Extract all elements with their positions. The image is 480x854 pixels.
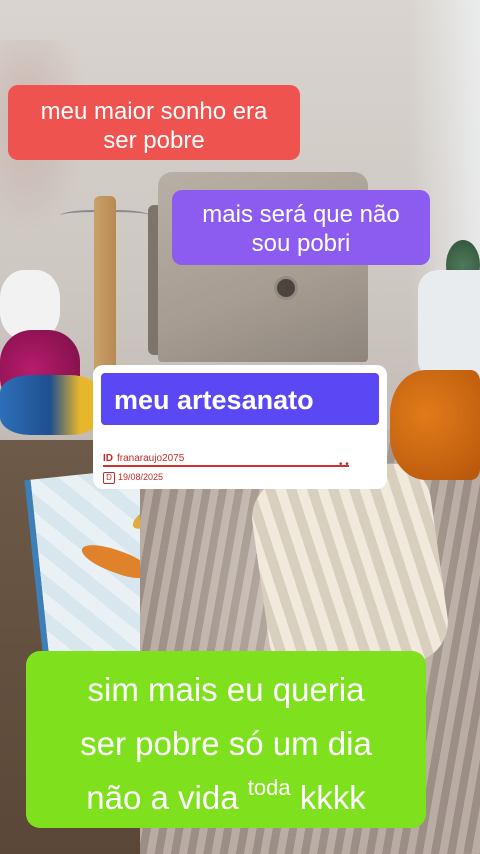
- watermark-card: meu artesanato ID franaraujo2075 • • D 19/…: [93, 365, 387, 489]
- card-user: ID franaraujo2075: [103, 453, 184, 464]
- username: franaraujo2075: [117, 453, 185, 464]
- card-divider: [103, 465, 349, 467]
- date-icon: D: [103, 472, 115, 484]
- card-title: meu artesanato: [114, 385, 314, 415]
- id-label: ID: [103, 453, 113, 464]
- caption-purple-line1: mais será que não: [202, 201, 400, 228]
- caption-green-line1: sim mais eu queria: [87, 671, 365, 708]
- date-text: 19/08/2025: [118, 472, 164, 482]
- machine-knob: [274, 276, 298, 300]
- caption-red: meu maior sonho era ser pobre: [8, 85, 300, 160]
- orange-cloth: [390, 370, 480, 480]
- card-title-box: meu artesanato: [101, 373, 379, 425]
- caption-green-line3-end: kkkk: [299, 779, 366, 816]
- caption-green-raised-word: toda: [247, 775, 291, 800]
- fan: [418, 270, 480, 380]
- card-dots: • •: [339, 459, 349, 470]
- caption-purple-line2: sou pobri: [251, 230, 351, 258]
- caption-green-line2: ser pobre só um dia: [80, 725, 372, 762]
- caption-green-line3-start: não a vida: [86, 779, 239, 816]
- caption-purple: mais será que não sou pobri: [172, 190, 430, 265]
- caption-red-line2: ser pobre: [103, 127, 205, 155]
- blue-cloth: [0, 375, 100, 435]
- macrame-cream-rope: [246, 458, 454, 682]
- caption-green-line3: não a vida toda kkkk: [26, 775, 426, 817]
- caption-red-line1: meu maior sonho era: [40, 98, 268, 125]
- caption-green: sim mais eu queria ser pobre só um dia n…: [26, 651, 426, 828]
- card-date: D 19/08/2025: [103, 472, 163, 484]
